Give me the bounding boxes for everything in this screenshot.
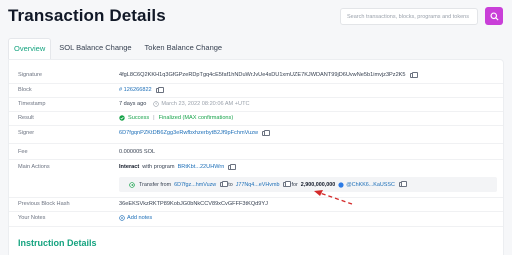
divider xyxy=(9,83,503,84)
result-success: Success xyxy=(128,115,150,121)
block-value: # 126266822 xyxy=(119,86,164,93)
divider xyxy=(9,211,503,212)
tab-bar: Overview SOL Balance Change Token Balanc… xyxy=(8,38,230,60)
block-label: Block xyxy=(18,87,32,93)
divider xyxy=(9,97,503,98)
tab-token-balance-change[interactable]: Token Balance Change xyxy=(140,38,228,60)
signature-value: 4fgL8C6Q2KKH1q3GfGPzeRDpTgq4cE5faf1hNDuW… xyxy=(119,71,418,78)
check-circle-icon xyxy=(119,115,125,121)
result-label: Result xyxy=(18,115,34,121)
token-link[interactable]: @ChKK6...KaUSSC xyxy=(346,182,395,188)
result-finalized: Finalized (MAX confirmations) xyxy=(158,115,234,121)
divider xyxy=(9,197,503,198)
signer-label: Signer xyxy=(18,130,35,136)
block-link[interactable]: # 126266822 xyxy=(119,87,152,93)
fee-value: 0.000005 SOL xyxy=(119,149,156,155)
timestamp-value: 7 days ago March 23, 2022 08:20:06 AM +U… xyxy=(119,101,250,107)
prev-hash-label: Previous Block Hash xyxy=(18,201,70,207)
interact-line: Interact with program BRtKbt...22UHWrn xyxy=(119,163,237,170)
copy-icon[interactable] xyxy=(220,181,229,187)
timestamp-full: March 23, 2022 08:20:06 AM +UTC xyxy=(161,101,250,107)
plus-circle-icon xyxy=(119,215,125,221)
result-value: Success | Finalized (MAX confirmations) xyxy=(119,115,233,121)
search-input[interactable]: Search transactions, blocks, programs an… xyxy=(340,8,478,25)
to-text: to xyxy=(228,181,233,188)
search-icon xyxy=(489,11,499,21)
add-notes-text: Add notes xyxy=(127,215,153,221)
clock-icon xyxy=(153,101,160,107)
program-link[interactable]: BRtKbt...22UHWrn xyxy=(178,164,225,170)
with-program-text: with program xyxy=(142,164,175,170)
signer-link[interactable]: 6D7fgqnPZKtDB6Zgg3eRwfbxhzerbytB2Jf9pFch… xyxy=(119,130,258,136)
transfer-from-link[interactable]: 6D7fgz...hmVuzw xyxy=(174,182,216,188)
search-button[interactable] xyxy=(485,7,503,25)
divider xyxy=(9,111,503,112)
add-notes-button[interactable]: Add notes xyxy=(119,215,152,221)
copy-icon[interactable] xyxy=(398,181,407,187)
for-text: for xyxy=(291,181,298,188)
tab-sol-balance-change[interactable]: SOL Balance Change xyxy=(54,38,136,60)
timestamp-ago: 7 days ago xyxy=(119,101,147,107)
transfer-amount: 2,900,000,000 xyxy=(300,181,336,188)
tab-overview[interactable]: Overview xyxy=(8,38,52,60)
timestamp-label: Timestamp xyxy=(18,101,46,107)
interact-text: Interact xyxy=(119,164,140,170)
overview-panel: Signature 4fgL8C6Q2KKH1q3GfGPzeRDpTgq4cE… xyxy=(8,59,504,255)
signature-label: Signature xyxy=(18,72,42,78)
transfer-action: Transfer from 6D7fgz...hmVuzw to J77Nq4.… xyxy=(119,177,497,192)
token-icon xyxy=(338,181,344,188)
signature-text: 4fgL8C6Q2KKH1q3GfGPzeRDpTgq4cE5faf1hNDuW… xyxy=(119,72,406,78)
divider xyxy=(9,143,503,144)
signer-value: 6D7fgqnPZKtDB6Zgg3eRwfbxhzerbytB2Jf9pFch… xyxy=(119,129,271,136)
divider xyxy=(9,226,503,227)
copy-icon[interactable] xyxy=(262,129,271,136)
copy-icon[interactable] xyxy=(409,71,418,78)
fee-label: Fee xyxy=(18,149,28,155)
section-title: Instruction Details xyxy=(18,238,97,248)
copy-icon[interactable] xyxy=(155,86,164,93)
divider xyxy=(9,125,503,126)
copy-icon[interactable] xyxy=(228,163,237,170)
notes-label: Your Notes xyxy=(18,215,46,221)
transfer-from-text: Transfer from xyxy=(139,181,172,188)
transfer-icon xyxy=(129,181,135,188)
transfer-to-link[interactable]: J77Nq4...eVHvmb xyxy=(236,182,280,188)
page-title: Transaction Details xyxy=(8,6,166,25)
main-actions-label: Main Actions xyxy=(18,164,50,170)
divider xyxy=(9,159,503,160)
prev-hash-value: 36eEKSVkzRKTP89KobJG0bNkCCV89xCvGFFF3tKQ… xyxy=(119,201,268,207)
copy-icon[interactable] xyxy=(283,181,292,187)
